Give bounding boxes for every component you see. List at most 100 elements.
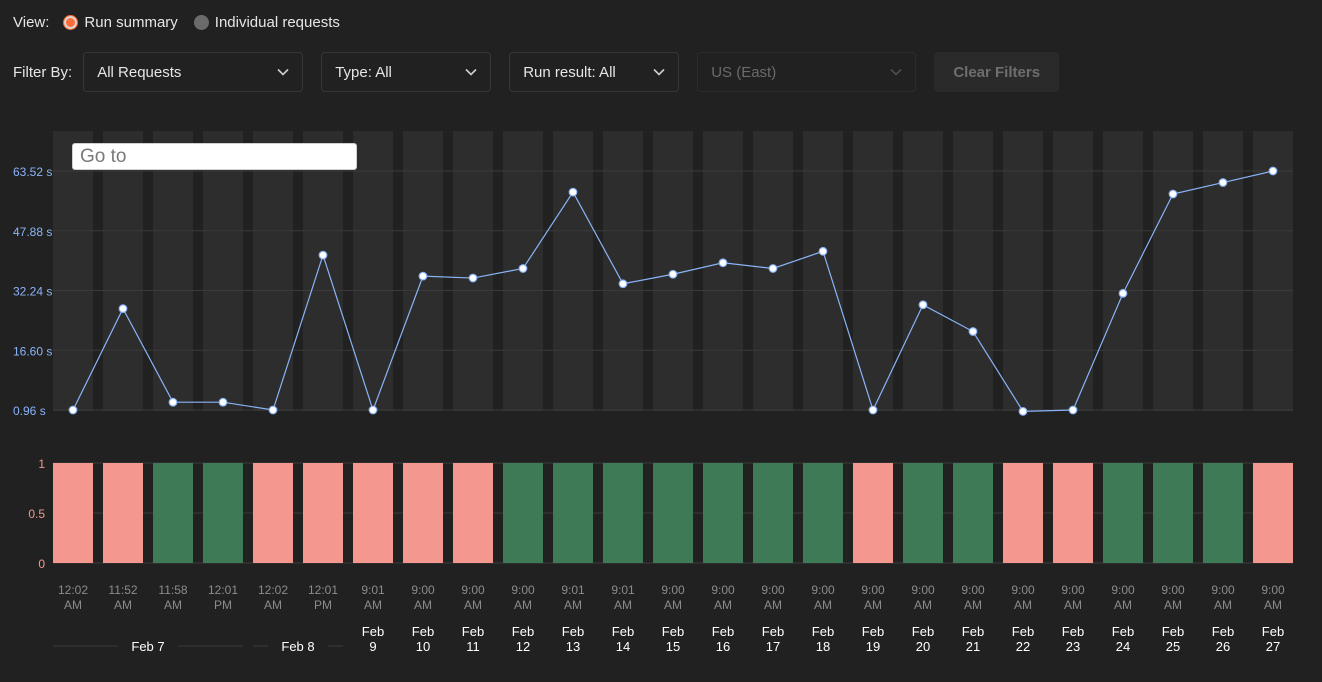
fail-bar [403,463,443,563]
pass-bar [603,463,643,563]
filter-label: Filter By: [13,63,73,81]
radio-selected-icon [63,14,79,30]
x-date-month: Feb [762,624,784,639]
x-date-day: 9 [369,639,376,654]
x-date-month: Feb [812,624,834,639]
pass-bar [903,463,943,563]
data-point [468,273,478,283]
x-date-day: 10 [416,639,430,654]
data-point [618,279,628,289]
x-date-day: 21 [966,639,980,654]
y-tick-label: 47.88 s [13,225,52,239]
x-tick-time: 11:58 [158,583,187,597]
x-tick-time: 9:00 [661,583,685,597]
run-result-filter-dropdown[interactable]: Run result: All [509,52,680,92]
x-tick-ampm: AM [64,598,82,612]
run-column [853,131,893,411]
data-point [368,405,378,415]
chevron-down-icon [465,68,477,76]
x-tick-time: 12:02 [58,583,88,597]
data-point [518,264,528,273]
type-filter-dropdown[interactable]: Type: All [321,52,492,92]
x-date-day: 27 [1266,639,1280,654]
x-tick-ampm: AM [114,598,132,612]
fail-bar [53,463,93,563]
view-option-run-summary[interactable]: Run summary [63,13,178,31]
type-filter-value: Type: All [335,63,392,81]
run-column [303,131,343,411]
data-point [268,405,278,415]
pass-bar [1153,463,1193,563]
pass-bar [1203,463,1243,563]
pass-bar [803,463,843,563]
x-date-label: Feb 7 [131,639,164,654]
x-tick-ampm: AM [1114,598,1132,612]
fail-bar [1003,463,1043,563]
data-point [1068,405,1078,415]
x-date-day: 25 [1166,639,1180,654]
run-column [553,131,593,411]
view-option-individual-requests[interactable]: Individual requests [193,14,340,31]
x-tick-ampm: AM [364,598,382,612]
data-point [1018,406,1028,416]
run-column [353,131,393,411]
pass-bar [653,463,693,563]
view-option-label: Run summary [84,13,178,31]
run-result-filter-value: Run result: All [523,63,616,81]
x-tick-time: 9:01 [561,583,585,597]
x-date-day: 26 [1216,639,1230,654]
data-point [968,327,978,336]
y-tick-label: 1 [38,457,45,471]
x-date-label: Feb 8 [281,639,314,654]
x-date-month: Feb [1162,624,1184,639]
x-tick-ampm: AM [514,598,532,612]
pass-bar [953,463,993,563]
x-date-day: 16 [716,639,730,654]
fail-bar [1053,463,1093,563]
x-tick-ampm: AM [814,598,832,612]
x-tick-ampm: AM [1214,598,1232,612]
x-tick-ampm: AM [1264,598,1282,612]
data-point [718,258,728,268]
run-column [1103,131,1143,411]
x-date-month: Feb [1112,624,1134,639]
goto-input[interactable] [72,143,357,170]
view-label: View: [13,13,50,31]
clear-filters-button[interactable]: Clear Filters [934,52,1060,92]
data-point [1168,189,1178,199]
chevron-down-icon [890,68,902,76]
data-point [768,264,778,273]
x-tick-ampm: AM [864,598,882,612]
run-column [1003,131,1043,411]
x-date-month: Feb [1212,624,1234,639]
data-point [318,250,328,260]
requests-filter-dropdown[interactable]: All Requests [83,52,304,92]
run-column [803,131,843,411]
x-tick-time: 9:00 [1011,583,1035,597]
data-point [68,405,78,415]
x-tick-ampm: AM [614,598,632,612]
region-filter-dropdown: US (East) [697,52,917,92]
x-date-day: 17 [766,639,780,654]
x-tick-ampm: AM [414,598,432,612]
x-tick-ampm: AM [664,598,682,612]
x-date-day: 24 [1116,639,1130,654]
run-column [103,131,143,411]
x-tick-time: 12:02 [258,583,288,597]
run-column [403,131,443,411]
x-date-month: Feb [412,624,434,639]
x-date-month: Feb [662,624,684,639]
x-tick-ampm: AM [1064,598,1082,612]
run-column [153,131,193,411]
y-tick-label: 16.60 s [13,344,52,358]
y-tick-label: 0 [38,557,45,571]
view-selector: View: Run summary Individual requests [13,12,356,32]
x-date-month: Feb [1262,624,1284,639]
x-date-day: 11 [466,639,480,654]
radio-unselected-icon [193,14,209,30]
run-column [453,131,493,411]
fail-bar [253,463,293,563]
x-tick-time: 9:00 [1161,583,1185,597]
x-tick-time: 9:00 [1211,583,1235,597]
data-point [668,269,678,279]
